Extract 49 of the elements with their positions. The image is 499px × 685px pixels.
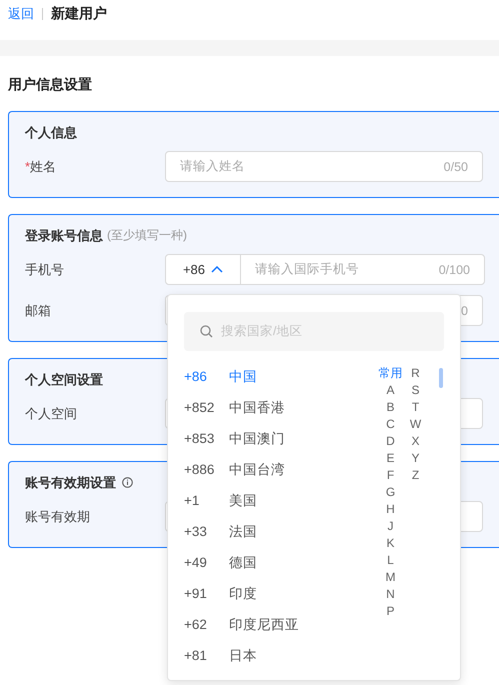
index-letter[interactable]: D [386,433,395,450]
country-option[interactable]: +86 中国 [184,361,378,392]
index-letter[interactable]: N [386,586,395,603]
index-letter[interactable]: K [386,535,394,552]
index-letter[interactable]: S [411,382,420,399]
char-counter: 0/50 [444,160,468,174]
field-label: 账号有效期 [25,508,91,526]
back-link[interactable]: 返回 [8,5,34,23]
country-option[interactable]: +62 印度尼西亚 [184,609,378,640]
index-letter[interactable]: P [386,603,394,620]
field-label: *姓名 [25,158,58,176]
index-letter[interactable]: L [387,552,394,569]
index-letter[interactable]: M [386,569,396,586]
page-title: 新建用户 [51,5,107,23]
index-letter[interactable]: W [410,416,422,433]
index-letter[interactable]: B [386,399,394,416]
card-hint: (至少填写一种) [107,227,187,244]
index-letter[interactable]: A [386,382,394,399]
search-icon [200,325,213,338]
country-option[interactable]: +49 德国 [184,547,378,578]
index-letter[interactable]: T [412,399,420,416]
card-title: 个人空间设置 [25,370,103,388]
char-counter: 0 [461,304,468,318]
field-label: 个人空间 [25,404,78,422]
index-letter[interactable]: H [386,501,395,518]
index-letter[interactable]: Z [412,467,420,484]
index-letter[interactable]: 常用 [378,365,402,382]
section-title: 用户信息设置 [8,76,93,94]
scrollbar-thumb[interactable] [439,368,443,388]
index-letter[interactable]: Y [411,450,420,467]
index-letter[interactable]: X [411,433,420,450]
field-label: 手机号 [25,260,65,278]
field-label: 邮箱 [25,302,52,320]
country-option[interactable]: +852 中国香港 [184,392,378,423]
country-option[interactable]: +853 中国澳门 [184,423,378,454]
card-title: 登录账号信息 [25,226,103,244]
index-letter[interactable]: R [411,365,420,382]
index-letter[interactable]: F [386,467,394,484]
index-letter[interactable]: G [386,484,396,501]
country-option[interactable]: +81 日本 [184,640,378,671]
country-option[interactable]: +886 中国台湾 [184,454,378,485]
index-letter[interactable]: J [388,518,394,535]
country-option[interactable]: +33 法国 [184,516,378,547]
index-letter[interactable]: E [386,450,394,467]
index-letter[interactable]: C [386,416,395,433]
country-option[interactable]: +91 印度 [184,578,378,609]
card-title: 账号有效期设置 [25,474,116,492]
country-option[interactable]: +1 美国 [184,485,378,516]
card-title: 个人信息 [25,124,77,142]
